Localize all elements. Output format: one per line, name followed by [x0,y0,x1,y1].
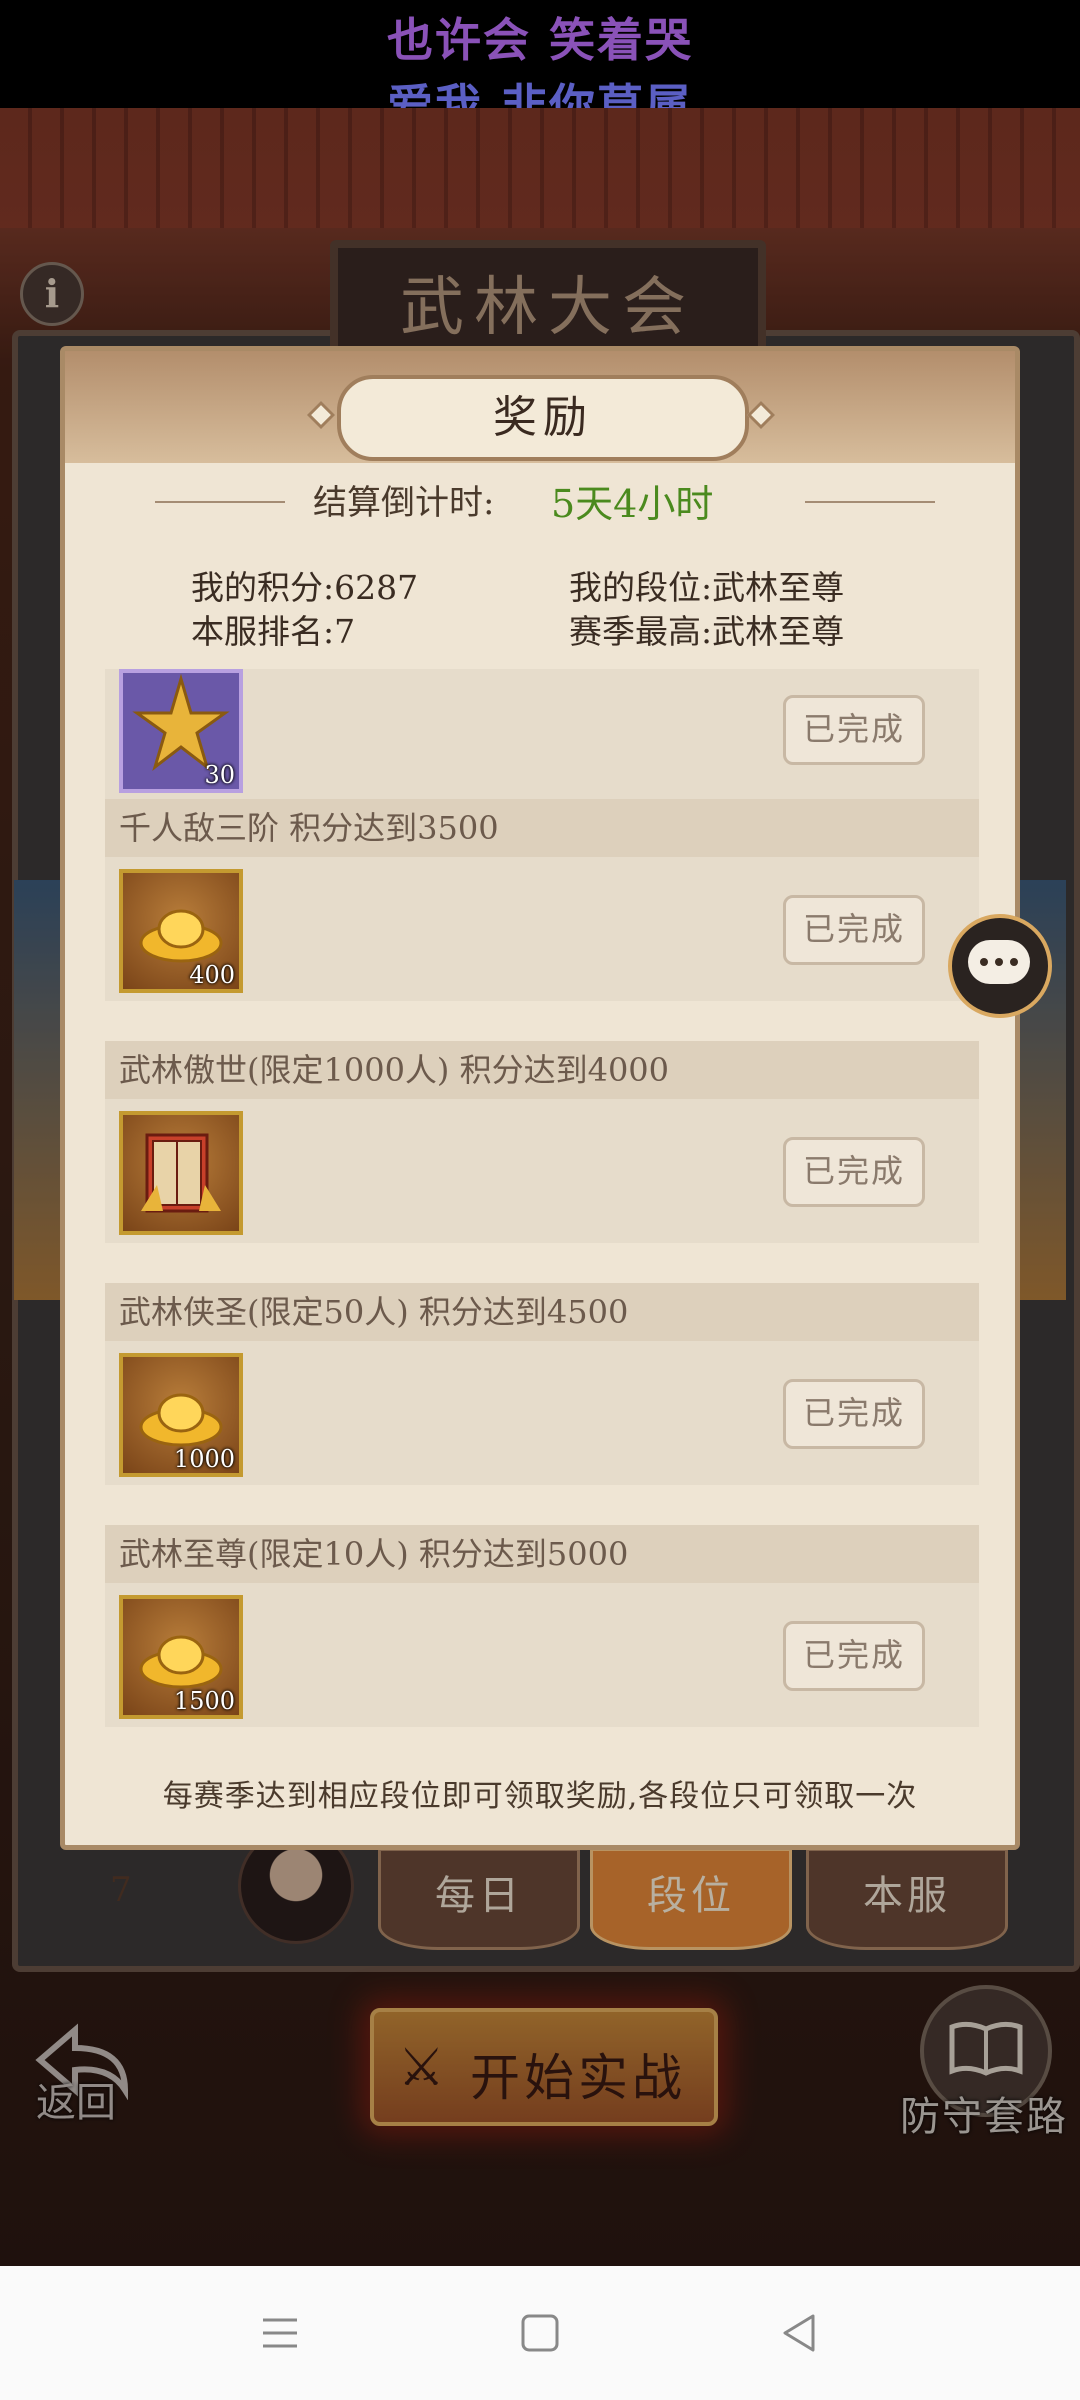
title-diamond-left [306,400,336,430]
chat-bubble-body [968,940,1030,984]
reward-modal: 奖励 结算倒计时: 5天4小时 我的积分:6287 本服排名:7 我的段位:武林… [60,346,1020,1850]
reward-list[interactable]: 30 已完成 千人敌三阶 积分达到3500 400 已完成 武林傲世(限定100… [105,669,979,1739]
menu-icon[interactable] [255,2308,305,2358]
completed-button[interactable]: 已完成 [783,1621,925,1691]
reward-body: 30 已完成 [105,669,979,801]
back-icon[interactable] [775,2308,825,2358]
treasure-chest-icon[interactable] [119,1111,243,1235]
reward-count: 1000 [173,1445,235,1473]
reward-body: 1500 已完成 [105,1583,979,1727]
system-nav-bar [0,2266,1080,2400]
title-diamond-right [746,400,776,430]
lyric-bar: 也许会 笑着哭 爱我 非你莫属 [0,0,1080,133]
reward-body: 1000 已完成 [105,1341,979,1485]
reward-item: 武林傲世(限定1000人) 积分达到4000 已完成 [105,1041,979,1243]
reward-count: 30 [204,761,235,789]
reward-count: 400 [189,961,235,989]
modal-header: 奖励 [65,351,1015,463]
reward-body: 已完成 [105,1099,979,1243]
completed-button[interactable]: 已完成 [783,1137,925,1207]
reward-condition: 武林傲世(限定1000人) 积分达到4000 [105,1041,979,1099]
reward-count: 1500 [173,1687,235,1715]
reward-condition: 武林至尊(限定10人) 积分达到5000 [105,1525,979,1583]
my-score: 我的积分:6287 [191,568,419,607]
gold-ingot-icon[interactable]: 1000 [119,1353,243,1477]
server-rank: 本服排名:7 [191,612,356,651]
completed-button[interactable]: 已完成 [783,895,925,965]
completed-button[interactable]: 已完成 [783,695,925,765]
countdown-label: 结算倒计时: [313,483,495,523]
chat-dot [980,958,988,966]
season-best: 赛季最高:武林至尊 [569,612,845,651]
countdown-divider-right [805,501,935,503]
gold-ingot-icon[interactable]: 400 [119,869,243,993]
reward-item: 武林侠圣(限定50人) 积分达到4500 1000 已完成 [105,1283,979,1485]
gold-ingot-icon[interactable]: 1500 [119,1595,243,1719]
reward-item: 武林至尊(限定10人) 积分达到5000 1500 已完成 [105,1525,979,1727]
completed-button[interactable]: 已完成 [783,1379,925,1449]
modal-title: 奖励 [337,375,749,461]
gold-star-icon[interactable]: 30 [119,669,243,793]
reward-item: 30 已完成 [105,669,979,801]
countdown-divider-left [155,501,285,503]
reward-condition: 武林侠圣(限定50人) 积分达到4500 [105,1283,979,1341]
reward-footer-note: 每赛季达到相应段位即可领取奖励,各段位只可领取一次 [162,1779,918,1814]
home-icon[interactable] [515,2308,565,2358]
reward-condition: 千人敌三阶 积分达到3500 [105,799,979,857]
reward-item: 千人敌三阶 积分达到3500 400 已完成 [105,799,979,1001]
my-tier: 我的段位:武林至尊 [569,568,845,607]
countdown-value: 5天4小时 [551,482,714,526]
chat-dot [995,958,1003,966]
chat-dot [1010,958,1018,966]
lyric-line-1: 也许会 笑着哭 [386,13,693,67]
reward-body: 400 已完成 [105,857,979,1001]
chat-icon[interactable] [948,914,1052,1018]
